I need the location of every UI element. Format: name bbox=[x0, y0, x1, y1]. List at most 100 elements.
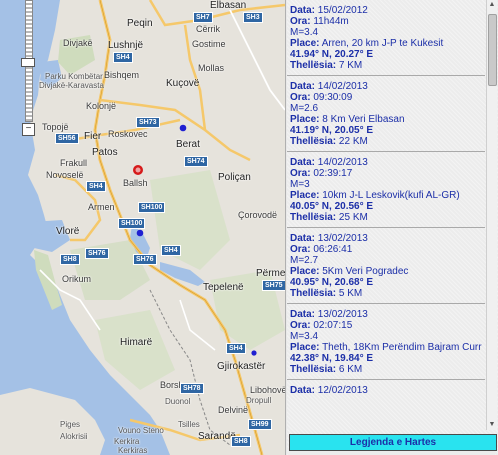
ora-label: Ora: bbox=[290, 244, 311, 255]
map-label: Çorovodë bbox=[238, 210, 278, 220]
quake-magnitude: 3.4 bbox=[304, 331, 319, 342]
map-label: Divjakë-Karavasta bbox=[39, 81, 104, 90]
scroll-up-arrow-icon[interactable]: ▲ bbox=[487, 0, 497, 10]
map-label: Kerkira bbox=[114, 437, 140, 446]
map-label: Roskovec bbox=[108, 129, 148, 139]
quake-entry[interactable]: Data: 13/02/2013 Ora: 02:07:15 M=3.4 Pla… bbox=[287, 304, 485, 380]
map-label: Përmet bbox=[256, 268, 286, 279]
minor-road bbox=[229, 9, 285, 111]
map-label: Divjakë bbox=[63, 38, 93, 48]
map-label: Ballsh bbox=[123, 178, 148, 188]
road-shield: SH4 bbox=[86, 181, 106, 192]
quake-marker[interactable] bbox=[136, 229, 144, 237]
quake-entry[interactable]: Data: 14/02/2013 Ora: 09:30:09 M=2.6 Pla… bbox=[287, 76, 485, 152]
quake-entry[interactable]: Data: 15/02/2012 Ora: 11h44m M=3.4 Place… bbox=[287, 0, 485, 76]
quake-depth: 5 KM bbox=[338, 288, 363, 299]
map-label: Himarë bbox=[120, 337, 153, 348]
road-shield: SH100 bbox=[118, 218, 146, 229]
map-label: Piges bbox=[60, 420, 81, 429]
map-label: Orikum bbox=[62, 274, 91, 284]
panel-footer bbox=[289, 451, 495, 455]
quake-time: 06:26:41 bbox=[313, 244, 353, 255]
ora-label: Ora: bbox=[290, 320, 311, 331]
place-label: Place: bbox=[290, 342, 320, 353]
earthquake-list[interactable]: Data: 15/02/2012 Ora: 11h44m M=3.4 Place… bbox=[287, 0, 485, 430]
data-label: Data: bbox=[290, 5, 316, 16]
map-label: Gostime bbox=[192, 39, 226, 49]
map-label: Elbasan bbox=[210, 0, 247, 11]
road-shield: SH8 bbox=[60, 254, 80, 265]
magnitude-label: M= bbox=[290, 331, 305, 342]
list-scrollbar[interactable]: ▲ ▼ bbox=[486, 0, 497, 430]
quake-coordinates: 41.19° N, 20.05° E bbox=[290, 125, 374, 136]
map-label: Alokrisii bbox=[60, 432, 88, 441]
quake-time: 11h44m bbox=[313, 16, 349, 27]
quake-place: Arren, 20 km J-P te Kukesit bbox=[321, 38, 444, 49]
map-label: Frakull bbox=[60, 158, 88, 168]
quake-marker[interactable] bbox=[251, 350, 257, 356]
map-label: Kolonjë bbox=[86, 101, 117, 111]
depth-label: Thellësia: bbox=[290, 212, 337, 223]
map-view[interactable]: − Peqin Elbasan Divjakë Lushnjë Cërrik G… bbox=[0, 0, 286, 455]
map-label: Novoselë bbox=[46, 170, 84, 180]
data-label: Data: bbox=[290, 233, 316, 244]
scrollbar-thumb[interactable] bbox=[488, 14, 497, 86]
map-label: Armen bbox=[88, 202, 115, 212]
legend-button[interactable]: Legjenda e Hartes bbox=[289, 434, 497, 451]
road-shield: SH100 bbox=[138, 202, 166, 213]
map-label: Libohovë bbox=[250, 385, 286, 395]
map-label: Lushnjë bbox=[108, 40, 144, 51]
zoom-handle[interactable] bbox=[21, 58, 35, 67]
magnitude-label: M= bbox=[290, 27, 305, 38]
map-label: Topojë bbox=[42, 122, 69, 132]
zoom-out-button[interactable]: − bbox=[22, 123, 35, 136]
quake-coordinates: 40.95° N, 20.68° E bbox=[290, 277, 374, 288]
place-label: Place: bbox=[290, 190, 320, 201]
quake-magnitude: 3.4 bbox=[304, 27, 319, 38]
road-shield: SH7 bbox=[193, 12, 213, 23]
map-label: Poliçan bbox=[218, 172, 251, 183]
map-label: Kuçovë bbox=[166, 78, 200, 89]
road-shield: SH4 bbox=[161, 245, 181, 256]
data-label: Data: bbox=[290, 157, 316, 168]
quake-coordinates: 40.05° N, 20.56° E bbox=[290, 201, 374, 212]
quake-entry[interactable]: Data: 14/02/2013 Ora: 02:39:17 M=3 Place… bbox=[287, 152, 485, 228]
quake-magnitude: 3 bbox=[304, 179, 310, 190]
road-shield: SH75 bbox=[262, 280, 285, 291]
ora-label: Ora: bbox=[290, 16, 311, 27]
data-label: Data: bbox=[290, 385, 316, 396]
quake-entry[interactable]: Data: 13/02/2013 Ora: 06:26:41 M=2.7 Pla… bbox=[287, 228, 485, 304]
magnitude-label: M= bbox=[290, 103, 305, 114]
road-shield: SH8 bbox=[231, 436, 251, 447]
quake-place: Theth, 18Km Perëndim Bajram Curri bbox=[322, 342, 482, 353]
map-label: Duonol bbox=[165, 397, 191, 406]
earthquake-list-panel: Data: 15/02/2012 Ora: 11h44m M=3.4 Place… bbox=[287, 0, 498, 455]
place-label: Place: bbox=[290, 266, 320, 277]
map-label: Tsilles bbox=[178, 420, 200, 429]
data-label: Data: bbox=[290, 309, 316, 320]
quake-depth: 7 KM bbox=[338, 60, 363, 71]
quake-entry[interactable]: Data: 12/02/2013 bbox=[287, 380, 485, 400]
quake-time: 09:30:09 bbox=[313, 92, 353, 103]
quake-time: 02:39:17 bbox=[313, 168, 353, 179]
quake-magnitude: 2.6 bbox=[304, 103, 319, 114]
scroll-down-arrow-icon[interactable]: ▼ bbox=[487, 420, 497, 430]
map-label: Mollas bbox=[198, 63, 225, 73]
quake-place: 5Km Veri Pogradec bbox=[322, 266, 409, 277]
road-shield: SH3 bbox=[243, 12, 263, 23]
quake-place: 8 Km Veri Elbasan bbox=[322, 114, 405, 125]
magnitude-label: M= bbox=[290, 179, 305, 190]
quake-date: 14/02/2013 bbox=[317, 157, 368, 168]
depth-label: Thellësia: bbox=[290, 136, 337, 147]
zoom-slider[interactable]: − bbox=[21, 0, 35, 136]
depth-label: Thellësia: bbox=[290, 288, 337, 299]
quake-coordinates: 41.94° N, 20.27° E bbox=[290, 49, 374, 60]
road-shield: SH4 bbox=[226, 343, 246, 354]
road-shield: SH76 bbox=[85, 248, 109, 259]
map-label: Fier bbox=[84, 131, 102, 142]
map-label: Delvinë bbox=[218, 405, 249, 415]
quake-coordinates: 42.38° N, 19.84° E bbox=[290, 353, 374, 364]
depth-label: Thellësia: bbox=[290, 60, 337, 71]
quake-place: 10km J-L Leskovik(kufi AL-GR) bbox=[322, 190, 460, 201]
quake-marker[interactable] bbox=[179, 124, 187, 132]
